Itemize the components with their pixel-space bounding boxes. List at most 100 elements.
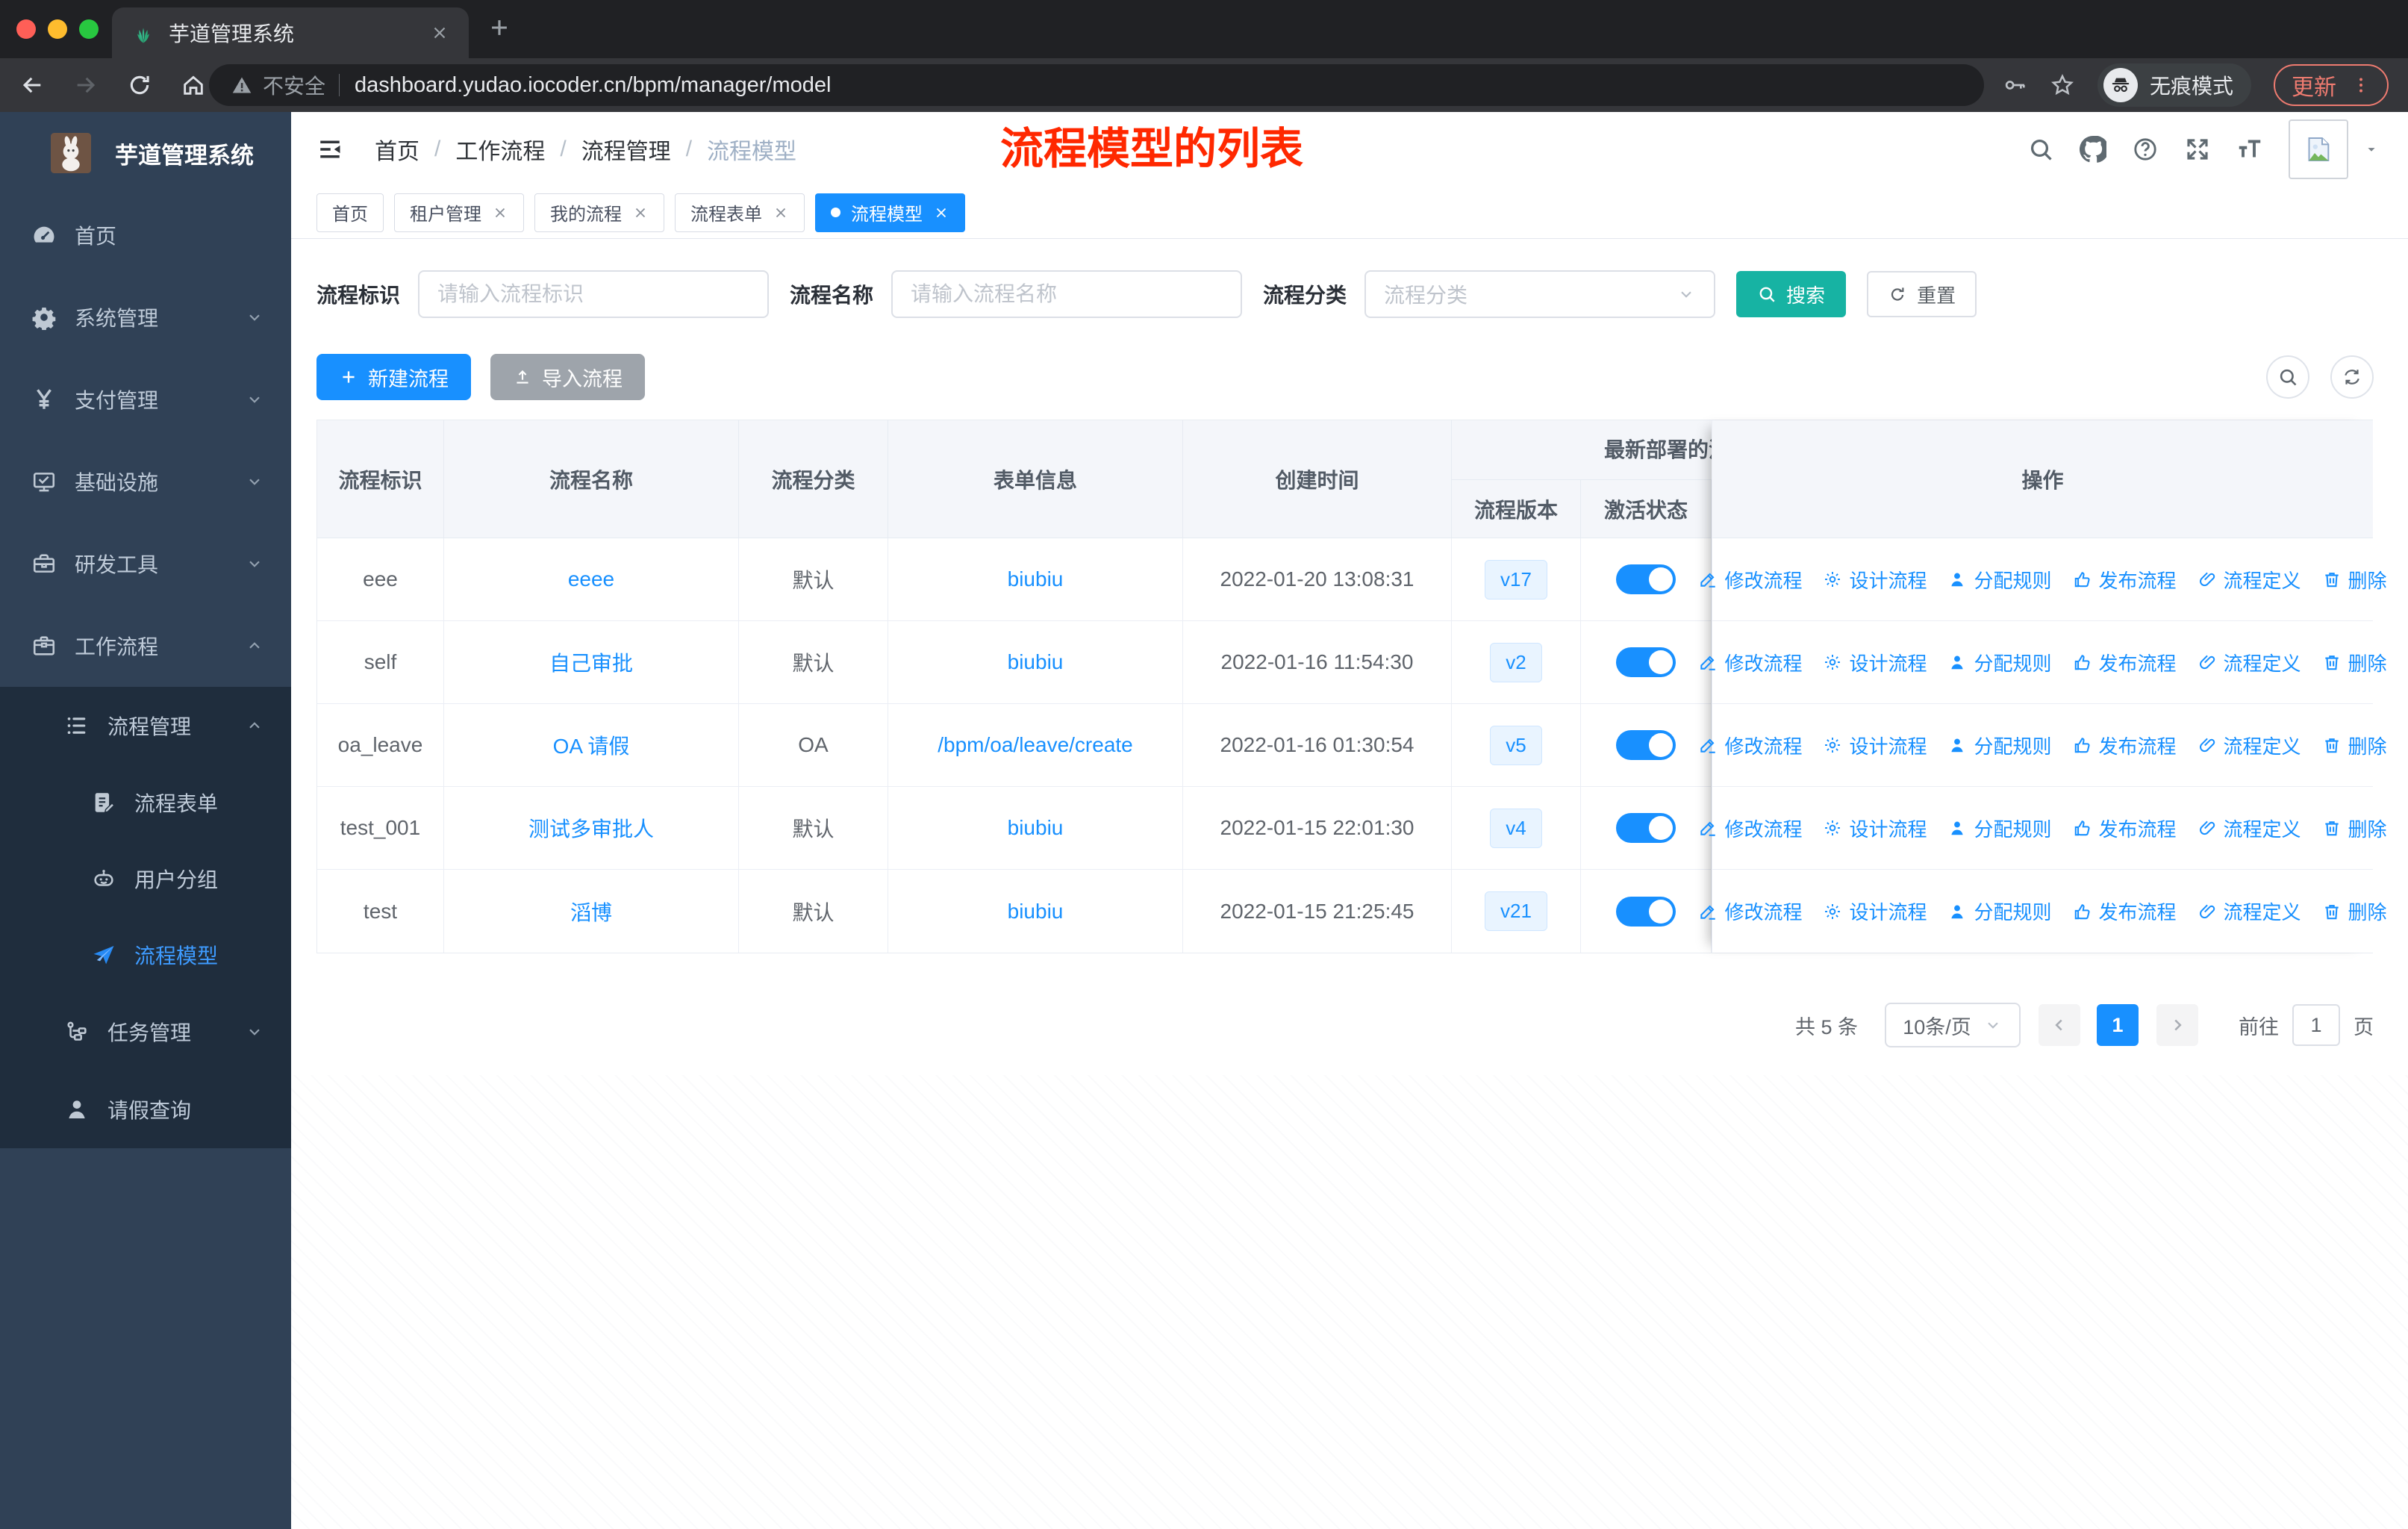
action-delete-link[interactable]: 删除 [2322,897,2387,925]
window-controls[interactable] [16,19,99,39]
header-search-icon[interactable] [2027,136,2054,163]
version-badge[interactable]: v17 [1485,559,1547,600]
version-badge[interactable]: v21 [1485,891,1547,931]
avatar-caret-down-icon[interactable] [2363,141,2380,158]
sidebar-item-dev-tools[interactable]: 研发工具 [0,523,291,605]
action-definition-link[interactable]: 流程定义 [2198,897,2301,925]
active-status-toggle[interactable] [1616,730,1676,760]
forward-button[interactable] [73,72,99,98]
close-window-button[interactable] [16,19,36,39]
help-icon[interactable] [2132,136,2159,163]
reset-button[interactable]: 重置 [1867,271,1977,317]
active-status-toggle[interactable] [1616,647,1676,677]
process-name-link[interactable]: 测试多审批人 [528,813,654,843]
search-button[interactable]: 搜索 [1736,271,1847,317]
breadcrumb-workflow[interactable]: 工作流程 [455,133,545,166]
sidebar-item-home[interactable]: 首页 [0,194,291,276]
tab-close-icon[interactable] [430,23,449,43]
tag-close-icon[interactable] [492,205,508,221]
create-process-button[interactable]: 新建流程 [316,354,471,400]
action-delete-link[interactable]: 删除 [2322,649,2387,676]
next-page-button[interactable] [2156,1004,2198,1046]
page-size-select[interactable]: 10条/页 [1885,1003,2021,1047]
active-status-toggle[interactable] [1616,896,1676,927]
form-info-link[interactable]: biubiu [1008,816,1064,840]
avatar[interactable] [2289,119,2348,179]
version-badge[interactable]: v5 [1490,725,1542,765]
action-assign-link[interactable]: 分配规则 [1947,566,2052,594]
action-modify-link[interactable]: 修改流程 [1698,649,1802,676]
sidebar-item-user-group[interactable]: 用户分组 [0,841,291,917]
action-design-link[interactable]: 设计流程 [1823,897,1927,925]
sidebar-logo-row[interactable]: 芋道管理系统 [0,112,291,194]
process-name-field[interactable] [891,270,1243,318]
tag-close-icon[interactable] [632,205,649,221]
form-info-link[interactable]: biubiu [1008,900,1064,924]
browser-menu-icon[interactable] [2351,75,2371,95]
tag-my-process[interactable]: 我的流程 [534,193,664,232]
process-name-link[interactable]: OA 请假 [553,730,630,760]
browser-tab[interactable]: 芋道管理系统 [112,7,469,58]
action-publish-link[interactable]: 发布流程 [2073,815,2177,842]
tag-tenant[interactable]: 租户管理 [394,193,524,232]
form-info-link[interactable]: /bpm/oa/leave/create [938,733,1133,757]
sidebar-item-workflow[interactable]: 工作流程 [0,605,291,687]
sidebar-item-leave-query[interactable]: 请假查询 [0,1071,291,1148]
action-definition-link[interactable]: 流程定义 [2198,649,2301,676]
tag-process-model[interactable]: 流程模型 [815,193,965,232]
bookmark-star-icon[interactable] [2050,72,2075,98]
action-definition-link[interactable]: 流程定义 [2198,815,2301,842]
sidebar-item-process-form[interactable]: 流程表单 [0,764,291,841]
tag-process-form[interactable]: 流程表单 [675,193,805,232]
active-status-toggle[interactable] [1616,564,1676,594]
toggle-search-button[interactable] [2266,355,2309,399]
action-delete-link[interactable]: 删除 [2322,732,2387,759]
tag-home[interactable]: 首页 [316,193,384,232]
sidebar-item-infrastructure[interactable]: 基础设施 [0,440,291,523]
fullscreen-icon[interactable] [2184,136,2211,163]
process-name-input[interactable] [911,282,1223,306]
sidebar-item-process-mgmt[interactable]: 流程管理 [0,687,291,764]
action-assign-link[interactable]: 分配规则 [1947,649,2052,676]
page-1-button[interactable]: 1 [2097,1004,2139,1046]
breadcrumb-home[interactable]: 首页 [375,133,419,166]
tag-close-icon[interactable] [933,205,949,221]
category-select[interactable]: 流程分类 [1364,270,1716,318]
refresh-table-button[interactable] [2330,355,2374,399]
action-definition-link[interactable]: 流程定义 [2198,732,2301,759]
form-info-link[interactable]: biubiu [1008,567,1064,591]
reload-button[interactable] [127,72,152,98]
action-design-link[interactable]: 设计流程 [1823,649,1927,676]
process-name-link[interactable]: eeee [568,567,614,591]
sidebar-collapse-button[interactable] [316,136,343,163]
minimize-window-button[interactable] [48,19,67,39]
sidebar-item-process-model[interactable]: 流程模型 [0,917,291,993]
update-button[interactable]: 更新 [2274,64,2389,106]
process-name-link[interactable]: 自己审批 [549,647,633,677]
process-key-field[interactable] [418,270,770,318]
prev-page-button[interactable] [2039,1004,2080,1046]
action-publish-link[interactable]: 发布流程 [2073,649,2177,676]
sidebar-item-system[interactable]: 系统管理 [0,276,291,358]
action-modify-link[interactable]: 修改流程 [1698,897,1802,925]
action-design-link[interactable]: 设计流程 [1823,566,1927,594]
goto-page-input[interactable] [2292,1004,2340,1046]
version-badge[interactable]: v2 [1490,642,1542,682]
sidebar-item-payment[interactable]: 支付管理 [0,358,291,440]
action-assign-link[interactable]: 分配规则 [1947,732,2052,759]
active-status-toggle[interactable] [1616,813,1676,843]
action-publish-link[interactable]: 发布流程 [2073,732,2177,759]
github-icon[interactable] [2080,136,2106,163]
action-publish-link[interactable]: 发布流程 [2073,566,2177,594]
action-assign-link[interactable]: 分配规则 [1947,815,2052,842]
action-definition-link[interactable]: 流程定义 [2198,566,2301,594]
back-button[interactable] [19,72,45,98]
address-bar[interactable]: 不安全 dashboard.yudao.iocoder.cn/bpm/manag… [209,64,1984,106]
action-delete-link[interactable]: 删除 [2322,566,2387,594]
action-modify-link[interactable]: 修改流程 [1698,815,1802,842]
tag-close-icon[interactable] [773,205,789,221]
process-key-input[interactable] [437,282,750,306]
action-design-link[interactable]: 设计流程 [1823,732,1927,759]
version-badge[interactable]: v4 [1490,808,1542,848]
action-publish-link[interactable]: 发布流程 [2073,897,2177,925]
